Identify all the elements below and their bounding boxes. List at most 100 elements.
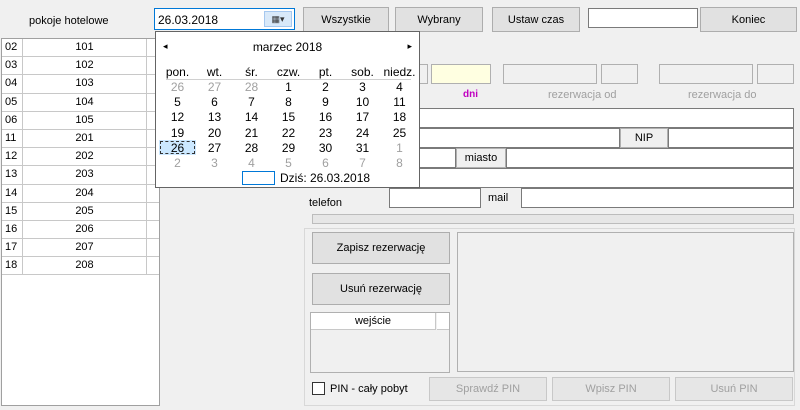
- floor-cell[interactable]: 04: [2, 75, 23, 94]
- table-row[interactable]: 17 207: [2, 239, 159, 258]
- room-cell[interactable]: 204: [23, 184, 147, 203]
- day-cell[interactable]: 25: [381, 125, 418, 140]
- selected-day-cell[interactable]: 26: [159, 140, 196, 156]
- table-row[interactable]: 13 203: [2, 166, 159, 185]
- delete-reservation-button[interactable]: Usuń rezerwację: [312, 273, 450, 305]
- postal-field[interactable]: [418, 148, 456, 168]
- end-button[interactable]: Koniec: [700, 7, 797, 32]
- day-cell[interactable]: 28: [233, 140, 270, 155]
- next-month-icon[interactable]: ▸: [407, 41, 412, 52]
- table-row[interactable]: 14 204: [2, 184, 159, 203]
- room-cell[interactable]: 101: [23, 39, 147, 58]
- day-cell[interactable]: 30: [307, 140, 344, 155]
- calendar-month-title[interactable]: marzec 2018: [156, 40, 419, 54]
- set-time-button[interactable]: Ustaw czas: [492, 7, 580, 32]
- room-cell[interactable]: 205: [23, 202, 147, 221]
- floor-cell[interactable]: 17: [2, 239, 23, 258]
- floor-cell[interactable]: 11: [2, 129, 23, 149]
- room-cell[interactable]: 203: [23, 166, 147, 185]
- table-row[interactable]: 16 206: [2, 220, 159, 240]
- day-cell[interactable]: 1: [270, 79, 307, 94]
- day-cell[interactable]: 5: [159, 94, 196, 109]
- selected-button[interactable]: Wybrany: [395, 7, 483, 32]
- floor-cell[interactable]: 12: [2, 148, 23, 167]
- table-row[interactable]: 11 201: [2, 129, 159, 149]
- calendar-popup[interactable]: ◂ marzec 2018 ▸ pon. wt. śr. czw. pt. sob. nie…: [155, 31, 420, 188]
- day-cell[interactable]: 31: [344, 140, 381, 155]
- phone-field[interactable]: [389, 188, 481, 208]
- pin-checkbox[interactable]: [312, 382, 325, 395]
- day-cell[interactable]: 14: [233, 110, 270, 125]
- floor-cell[interactable]: 05: [2, 93, 23, 112]
- table-row[interactable]: 05 104: [2, 93, 159, 112]
- room-cell[interactable]: 207: [23, 239, 147, 258]
- day-cell[interactable]: 7: [233, 94, 270, 109]
- date-picker[interactable]: 26.03.2018 ▦▾: [154, 8, 295, 30]
- table-row[interactable]: 06 105: [2, 111, 159, 130]
- table-row[interactable]: 15 205: [2, 202, 159, 221]
- save-reservation-button[interactable]: Zapisz rezerwację: [312, 232, 450, 264]
- day-cell[interactable]: 9: [307, 94, 344, 109]
- day-cell[interactable]: 29: [270, 140, 307, 155]
- floor-cell[interactable]: 15: [2, 202, 23, 221]
- delete-pin-button[interactable]: Usuń PIN: [675, 377, 793, 401]
- calendar-grid[interactable]: pon. wt. śr. czw. pt. sob. niedz. 26 27 28 1 2 3 4 5 6 7…: [159, 64, 418, 171]
- room-cell[interactable]: 208: [23, 257, 147, 276]
- floor-cell[interactable]: 06: [2, 111, 23, 130]
- room-cell[interactable]: 103: [23, 75, 147, 94]
- day-cell[interactable]: 21: [233, 125, 270, 140]
- day-cell[interactable]: 8: [270, 94, 307, 109]
- room-cell[interactable]: 104: [23, 93, 147, 112]
- day-cell[interactable]: 1: [381, 140, 418, 155]
- day-cell[interactable]: 24: [344, 125, 381, 140]
- day-cell[interactable]: 3: [344, 79, 381, 94]
- day-cell[interactable]: 26: [159, 79, 196, 94]
- floor-cell[interactable]: 18: [2, 257, 23, 276]
- entry-column-header[interactable]: wejście: [311, 313, 436, 330]
- day-cell[interactable]: 12: [159, 110, 196, 125]
- day-cell[interactable]: 18: [381, 110, 418, 125]
- today-link[interactable]: Dziś: 26.03.2018: [280, 171, 370, 185]
- extra-cell[interactable]: [147, 239, 159, 258]
- name-field[interactable]: [418, 108, 794, 128]
- extra-cell[interactable]: [147, 221, 159, 240]
- table-row[interactable]: 18 208: [2, 257, 159, 276]
- day-cell[interactable]: 2: [159, 155, 196, 170]
- day-cell[interactable]: 6: [196, 94, 233, 109]
- day-cell[interactable]: 6: [307, 155, 344, 170]
- city-field[interactable]: [506, 148, 794, 168]
- rooms-grid[interactable]: 02 101 03 102 04 103 05 104 06 105 11 201 12 202 13 203…: [1, 38, 160, 406]
- day-cell[interactable]: 16: [307, 110, 344, 125]
- day-cell[interactable]: 8: [381, 155, 418, 170]
- day-cell[interactable]: 11: [381, 94, 418, 109]
- day-cell[interactable]: 15: [270, 110, 307, 125]
- floor-cell[interactable]: 13: [2, 166, 23, 185]
- extra-cell[interactable]: [147, 257, 159, 276]
- floor-cell[interactable]: 02: [2, 39, 23, 58]
- notes-area[interactable]: [457, 232, 794, 372]
- search-input[interactable]: [588, 8, 698, 28]
- day-cell[interactable]: 3: [196, 155, 233, 170]
- day-cell[interactable]: 7: [344, 155, 381, 170]
- day-cell[interactable]: 17: [344, 110, 381, 125]
- room-cell[interactable]: 202: [23, 148, 147, 167]
- room-cell[interactable]: 206: [23, 220, 147, 240]
- room-cell[interactable]: 105: [23, 111, 147, 130]
- floor-cell[interactable]: 16: [2, 220, 23, 240]
- show-all-button[interactable]: Wszystkie: [303, 7, 389, 32]
- day-cell[interactable]: 28: [233, 79, 270, 94]
- nip-field[interactable]: [668, 128, 794, 148]
- day-cell[interactable]: 2: [307, 79, 344, 94]
- day-cell[interactable]: 4: [233, 155, 270, 170]
- table-row[interactable]: 02 101: [2, 39, 159, 58]
- table-row[interactable]: 12 202: [2, 148, 159, 167]
- mail-field[interactable]: [521, 188, 794, 208]
- day-cell[interactable]: 20: [196, 125, 233, 140]
- day-cell[interactable]: 23: [307, 125, 344, 140]
- extra-cell[interactable]: [147, 203, 159, 221]
- day-cell[interactable]: 13: [196, 110, 233, 125]
- table-row[interactable]: 03 102: [2, 57, 159, 76]
- floor-cell[interactable]: 14: [2, 184, 23, 203]
- day-cell[interactable]: 19: [159, 125, 196, 140]
- room-cell[interactable]: 102: [23, 57, 147, 76]
